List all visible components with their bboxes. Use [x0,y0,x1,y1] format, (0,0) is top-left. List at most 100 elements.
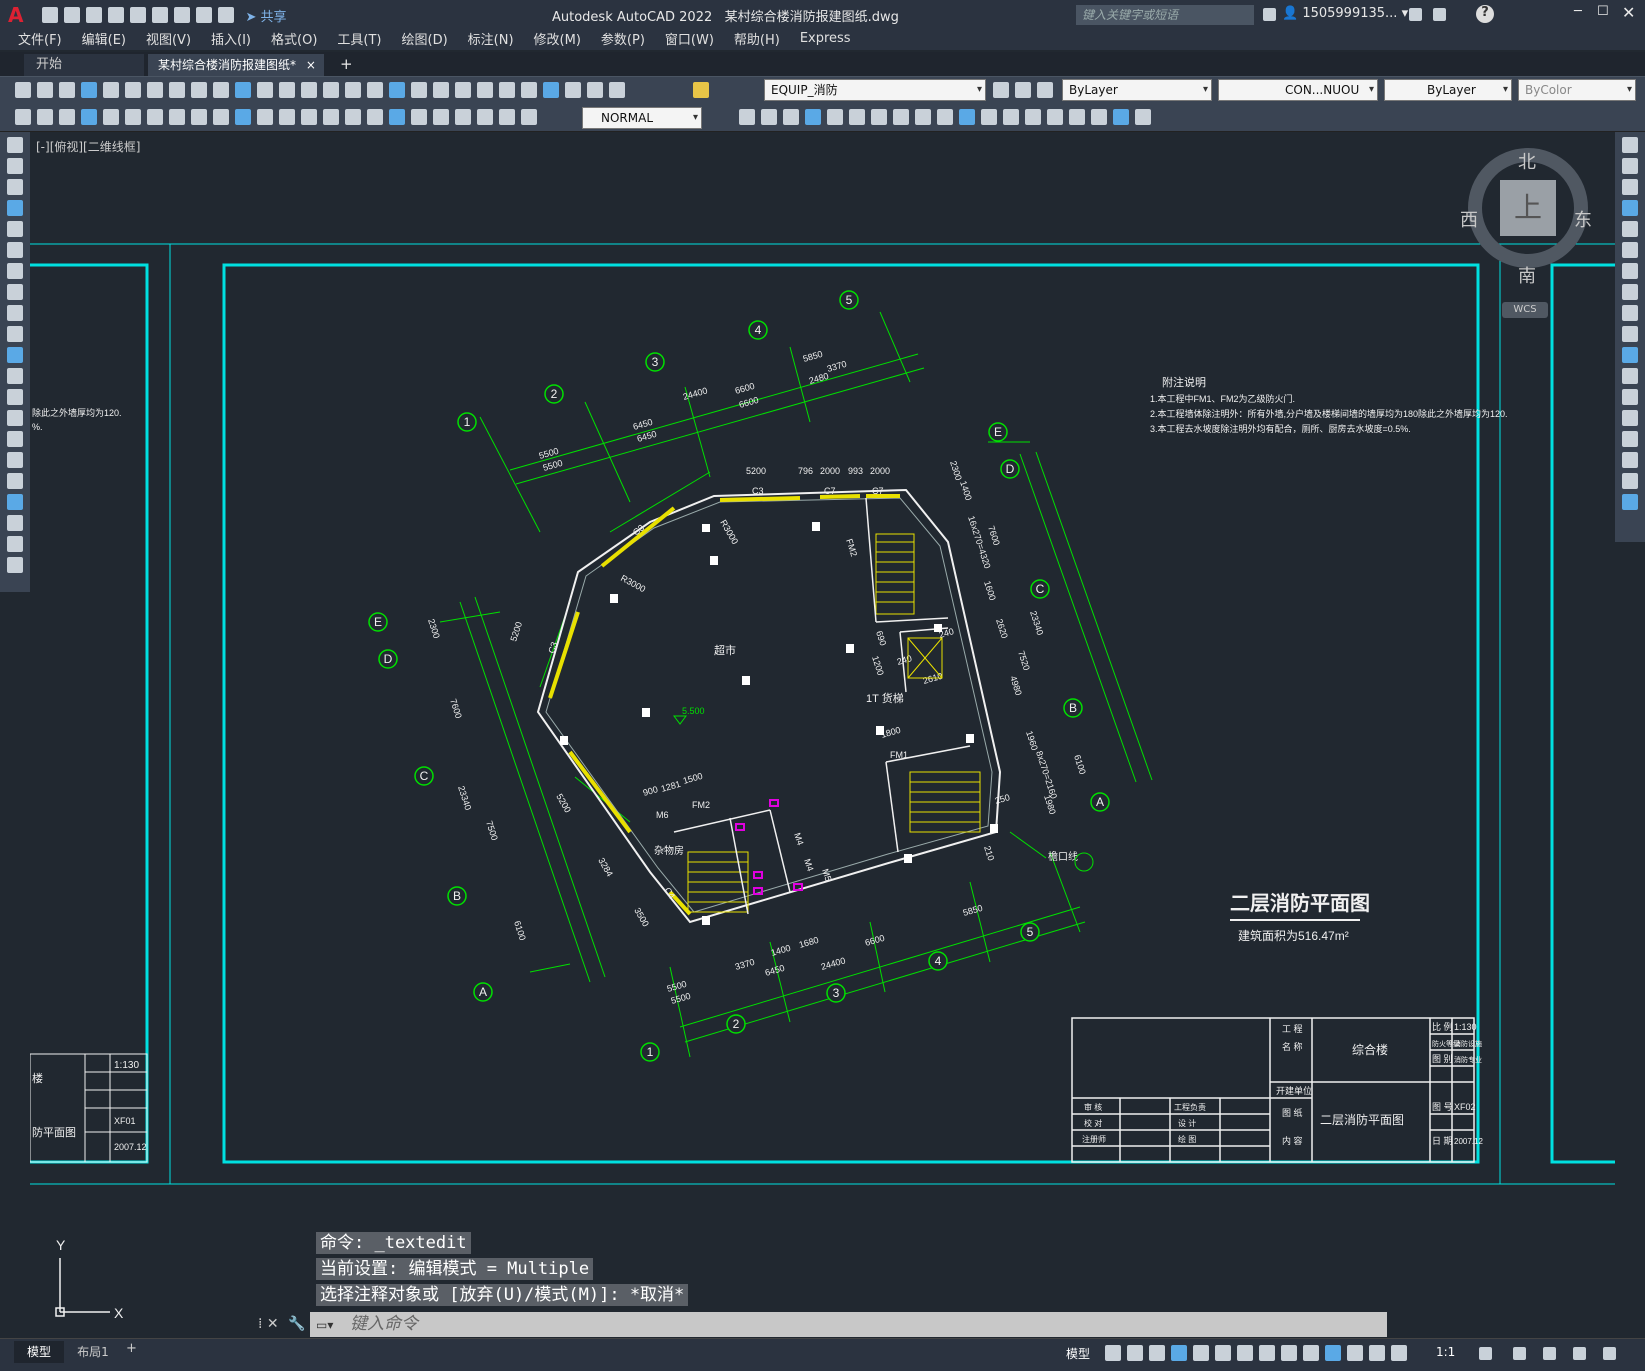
redo-icon[interactable] [218,7,235,23]
std-tool-15-icon[interactable] [345,82,361,98]
draw-tool-18-icon[interactable] [411,109,427,125]
websave-icon[interactable] [152,7,169,23]
status-tool-9-icon[interactable] [1303,1345,1319,1361]
modify-tool-3-icon[interactable] [805,109,821,125]
menu-item-5[interactable]: 工具(T) [327,29,391,48]
status-tool-12-icon[interactable] [1369,1345,1385,1361]
save-icon[interactable] [86,7,103,23]
menu-item-6[interactable]: 绘图(D) [392,29,458,48]
left-tool-1-icon[interactable] [7,158,23,174]
left-tool-11-icon[interactable] [7,368,23,384]
std-tool-2-icon[interactable] [59,82,75,98]
modify-tool-8-icon[interactable] [915,109,931,125]
color-dropdown[interactable]: ByLayer ▾ [1062,79,1212,101]
left-tool-10-icon[interactable] [7,347,23,363]
layer-on-icon[interactable] [693,82,709,98]
search-input[interactable]: 键入关键字或短语 [1076,5,1254,25]
draw-tool-17-icon[interactable] [389,109,405,125]
status-tool-6-icon[interactable] [1237,1345,1253,1361]
draw-tool-10-icon[interactable] [235,109,251,125]
modify-tool-2-icon[interactable] [783,109,799,125]
std-tool-4-icon[interactable] [103,82,119,98]
compass-north[interactable]: 北 [1518,148,1536,174]
plot-icon[interactable] [174,7,191,23]
draw-tool-22-icon[interactable] [499,109,515,125]
minimize-button[interactable]: ─ [1574,4,1582,19]
std-tool-23-icon[interactable] [521,82,537,98]
std-tool-21-icon[interactable] [477,82,493,98]
std-tool-5-icon[interactable] [125,82,141,98]
modify-tool-17-icon[interactable] [1113,109,1129,125]
std-tool-10-icon[interactable] [235,82,251,98]
left-tool-2-icon[interactable] [7,179,23,195]
open-icon[interactable] [64,7,81,23]
fullscreen-icon[interactable] [1573,1347,1586,1360]
annotation-scale[interactable]: 1:1 [1436,1345,1455,1359]
right-tool-2-icon[interactable] [1622,179,1638,195]
status-tool-1-icon[interactable] [1127,1345,1143,1361]
lineweight-dropdown[interactable]: ByLayer ▾ [1384,79,1512,101]
std-tool-22-icon[interactable] [499,82,515,98]
command-input[interactable]: 键入命令 [310,1312,1387,1337]
user-account[interactable]: 👤 1505999135... ▾ [1282,6,1408,21]
draw-tool-23-icon[interactable] [521,109,537,125]
status-tool-10-icon[interactable] [1325,1345,1341,1361]
std-tool-11-icon[interactable] [257,82,273,98]
modify-tool-16-icon[interactable] [1091,109,1107,125]
text-style-dropdown[interactable]: NORMAL ▾ [582,107,702,129]
linetype-dropdown[interactable]: CON...NUOU ▾ [1218,79,1378,101]
right-tool-5-icon[interactable] [1622,242,1638,258]
left-tool-14-icon[interactable] [7,431,23,447]
modify-tool-4-icon[interactable] [827,109,843,125]
modify-tool-11-icon[interactable] [981,109,997,125]
std-tool-6-icon[interactable] [147,82,163,98]
std-tool-8-icon[interactable] [191,82,207,98]
tab-document[interactable]: 某村综合楼消防报建图纸* × [148,54,324,76]
tab-start[interactable]: 开始 [24,54,144,76]
status-tool-8-icon[interactable] [1281,1345,1297,1361]
std-tool-27-icon[interactable] [609,82,625,98]
tab-add-layout[interactable]: + [126,1341,137,1356]
right-tool-9-icon[interactable] [1622,326,1638,342]
drawing-viewport[interactable]: [-][俯视][二维线框] 楼 1:130 XF01 2007.12 防平面图 … [30,132,1615,1332]
left-tool-8-icon[interactable] [7,305,23,321]
left-tool-6-icon[interactable] [7,263,23,279]
menu-item-8[interactable]: 修改(M) [524,29,591,48]
plus-icon[interactable] [1513,1347,1526,1360]
right-tool-16-icon[interactable] [1622,473,1638,489]
compass-west[interactable]: 西 [1460,206,1478,232]
menu-item-1[interactable]: 编辑(E) [72,29,136,48]
draw-tool-16-icon[interactable] [367,109,383,125]
draw-tool-13-icon[interactable] [301,109,317,125]
std-tool-25-icon[interactable] [565,82,581,98]
left-tool-3-icon[interactable] [7,200,23,216]
isolate-icon[interactable] [1543,1347,1556,1360]
std-tool-14-icon[interactable] [323,82,339,98]
modify-tool-12-icon[interactable] [1003,109,1019,125]
modify-tool-0-icon[interactable] [739,109,755,125]
menu-item-4[interactable]: 格式(O) [261,29,327,48]
help-button[interactable]: ? [1476,5,1494,23]
left-tool-13-icon[interactable] [7,410,23,426]
menu-item-12[interactable]: Express [790,31,861,46]
left-tool-12-icon[interactable] [7,389,23,405]
left-tool-9-icon[interactable] [7,326,23,342]
draw-tool-20-icon[interactable] [455,109,471,125]
command-recent-icon[interactable]: ▭▾ [316,1318,333,1332]
saveas-icon[interactable] [108,7,125,23]
right-tool-3-icon[interactable] [1622,200,1638,216]
right-tool-6-icon[interactable] [1622,263,1638,279]
right-tool-4-icon[interactable] [1622,221,1638,237]
command-close-button[interactable]: ⁞ ✕ [258,1316,279,1332]
gear-icon[interactable] [1479,1347,1492,1360]
std-tool-1-icon[interactable] [37,82,53,98]
std-tool-16-icon[interactable] [367,82,383,98]
command-customize-icon[interactable]: 🔧 [288,1316,305,1332]
modify-tool-13-icon[interactable] [1025,109,1041,125]
menu-item-11[interactable]: 帮助(H) [724,29,790,48]
draw-tool-19-icon[interactable] [433,109,449,125]
draw-tool-14-icon[interactable] [323,109,339,125]
status-tool-7-icon[interactable] [1259,1345,1275,1361]
draw-tool-5-icon[interactable] [125,109,141,125]
std-tool-24-icon[interactable] [543,82,559,98]
